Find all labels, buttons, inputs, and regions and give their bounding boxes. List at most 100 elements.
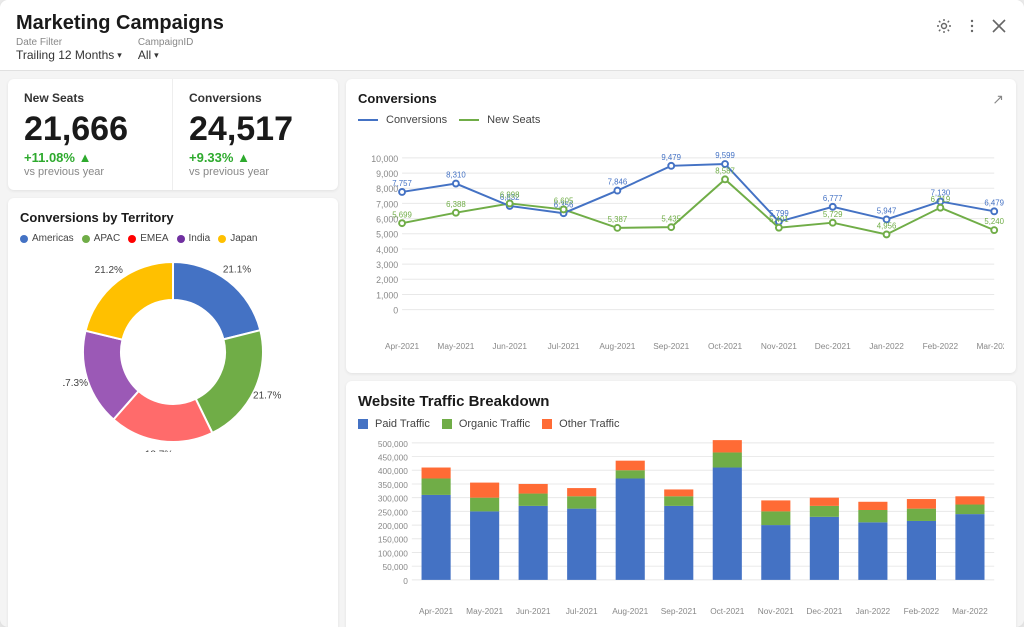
svg-text:6,998: 6,998 — [500, 191, 520, 200]
new-seats-title: New Seats — [24, 91, 156, 105]
territory-legend-item: EMEA — [128, 233, 168, 244]
svg-text:7,000: 7,000 — [376, 199, 398, 209]
date-filter[interactable]: Date Filter Trailing 12 Months ▾ — [16, 37, 122, 62]
kpi-row: New Seats 21,666 +11.08% ▲ vs previous y… — [8, 79, 338, 190]
territory-legend-item: Japan — [218, 233, 257, 244]
close-icon — [992, 19, 1006, 33]
svg-text:250,000: 250,000 — [378, 507, 408, 517]
traffic-chart-title: Website Traffic Breakdown — [358, 393, 1004, 410]
svg-text:500,000: 500,000 — [378, 439, 408, 449]
svg-text:5,240: 5,240 — [984, 217, 1004, 226]
svg-text:6,605: 6,605 — [554, 197, 574, 206]
conversions-chart-title-area: Conversions ConversionsNew Seats — [358, 91, 540, 130]
svg-text:6,719: 6,719 — [931, 195, 951, 204]
right-column: Conversions ConversionsNew Seats ↗ 0 1,00… — [346, 79, 1016, 627]
svg-text:Jun-2021: Jun-2021 — [516, 606, 551, 616]
svg-text:Aug-2021: Aug-2021 — [612, 606, 648, 616]
svg-text:Jan-2022: Jan-2022 — [856, 606, 891, 616]
svg-text:450,000: 450,000 — [378, 452, 408, 462]
svg-text:8,310: 8,310 — [446, 171, 466, 180]
conversions-chart-card: Conversions ConversionsNew Seats ↗ 0 1,00… — [346, 79, 1016, 373]
svg-text:6,777: 6,777 — [823, 194, 843, 203]
svg-text:9,479: 9,479 — [661, 153, 681, 162]
territory-card: Conversions by Territory Americas APAC EME… — [8, 198, 338, 627]
svg-text:Jul-2021: Jul-2021 — [566, 606, 598, 616]
donut-chart: 21.1%21.7%18.7%17.3%21.2% — [20, 252, 326, 452]
close-button[interactable] — [990, 17, 1008, 35]
svg-text:Sep-2021: Sep-2021 — [653, 341, 689, 351]
svg-text:50,000: 50,000 — [383, 562, 409, 572]
svg-text:May-2021: May-2021 — [466, 606, 503, 616]
campaign-filter-label: CampaignID — [138, 37, 194, 48]
new-seats-change: +11.08% ▲ — [24, 150, 156, 165]
svg-text:Aug-2021: Aug-2021 — [599, 341, 635, 351]
svg-text:Feb-2022: Feb-2022 — [923, 341, 959, 351]
territory-title: Conversions by Territory — [20, 210, 326, 225]
territory-legend-item: APAC — [82, 233, 121, 244]
campaign-filter[interactable]: CampaignID All ▾ — [138, 37, 194, 62]
header-actions — [934, 16, 1008, 36]
svg-text:Dec-2021: Dec-2021 — [815, 341, 851, 351]
svg-text:Sep-2021: Sep-2021 — [661, 606, 697, 616]
conversions-kpi: Conversions 24,517 +9.33% ▲ vs previous … — [173, 79, 338, 190]
svg-text:May-2021: May-2021 — [437, 341, 474, 351]
date-filter-value[interactable]: Trailing 12 Months ▾ — [16, 48, 122, 62]
header-filters: Date Filter Trailing 12 Months ▾ Campaig… — [16, 37, 224, 62]
left-column: New Seats 21,666 +11.08% ▲ vs previous y… — [8, 79, 338, 627]
date-filter-label: Date Filter — [16, 37, 122, 48]
new-seats-vs: vs previous year — [24, 166, 156, 178]
conversions-title: Conversions — [189, 91, 322, 105]
date-filter-chevron: ▾ — [117, 50, 122, 61]
svg-text:9,599: 9,599 — [715, 151, 735, 160]
settings-button[interactable] — [934, 16, 954, 36]
campaign-filter-chevron: ▾ — [154, 50, 159, 61]
new-seats-value: 21,666 — [24, 111, 156, 148]
svg-text:0: 0 — [403, 576, 408, 586]
conversions-chart-legend: ConversionsNew Seats — [358, 114, 540, 126]
svg-text:Feb-2022: Feb-2022 — [904, 606, 940, 616]
svg-text:Nov-2021: Nov-2021 — [758, 606, 794, 616]
dashboard: Marketing Campaigns Date Filter Trailing… — [0, 0, 1024, 627]
traffic-legend-item: Paid Traffic — [358, 418, 430, 430]
svg-text:Mar-2022: Mar-2022 — [976, 341, 1004, 351]
conv-legend-item: Conversions — [358, 114, 447, 126]
settings-icon — [936, 18, 952, 34]
svg-text:Apr-2021: Apr-2021 — [419, 606, 454, 616]
svg-text:Jun-2021: Jun-2021 — [492, 341, 527, 351]
new-seats-kpi: New Seats 21,666 +11.08% ▲ vs previous y… — [8, 79, 173, 190]
svg-text:300,000: 300,000 — [378, 494, 408, 504]
traffic-legend: Paid TrafficOrganic TrafficOther Traffic — [358, 418, 1004, 430]
svg-text:7,757: 7,757 — [392, 179, 412, 188]
svg-text:0: 0 — [393, 306, 398, 316]
territory-legend-item: Americas — [20, 233, 74, 244]
page-title: Marketing Campaigns — [16, 12, 224, 35]
more-icon — [964, 18, 980, 34]
svg-text:Nov-2021: Nov-2021 — [761, 341, 797, 351]
svg-text:Apr-2021: Apr-2021 — [385, 341, 420, 351]
svg-text:10,000: 10,000 — [371, 154, 398, 164]
svg-text:5,699: 5,699 — [392, 210, 412, 219]
svg-text:Dec-2021: Dec-2021 — [806, 606, 842, 616]
conversions-vs: vs previous year — [189, 166, 322, 178]
svg-text:21.2%: 21.2% — [95, 265, 123, 276]
conversions-chart-header: Conversions ConversionsNew Seats ↗ — [358, 91, 1004, 130]
svg-text:5,435: 5,435 — [661, 214, 681, 223]
svg-text:6,388: 6,388 — [446, 200, 466, 209]
svg-text:5,401: 5,401 — [769, 215, 789, 224]
svg-text:150,000: 150,000 — [378, 535, 408, 545]
svg-text:2,000: 2,000 — [376, 275, 398, 285]
traffic-chart-area: 050,000100,000150,000200,000250,000300,0… — [358, 436, 1004, 626]
svg-text:400,000: 400,000 — [378, 466, 408, 476]
conversions-value: 24,517 — [189, 111, 322, 148]
svg-text:9,000: 9,000 — [376, 169, 398, 179]
svg-text:21.1%: 21.1% — [223, 265, 251, 276]
campaign-filter-value[interactable]: All ▾ — [138, 48, 194, 62]
expand-icon[interactable]: ↗ — [992, 91, 1004, 108]
svg-text:5,729: 5,729 — [823, 210, 843, 219]
main-content: New Seats 21,666 +11.08% ▲ vs previous y… — [0, 71, 1024, 626]
more-button[interactable] — [962, 16, 982, 36]
svg-text:17.3%: 17.3% — [63, 378, 88, 389]
svg-text:1,000: 1,000 — [376, 290, 398, 300]
svg-text:100,000: 100,000 — [378, 548, 408, 558]
svg-text:Jan-2022: Jan-2022 — [869, 341, 904, 351]
